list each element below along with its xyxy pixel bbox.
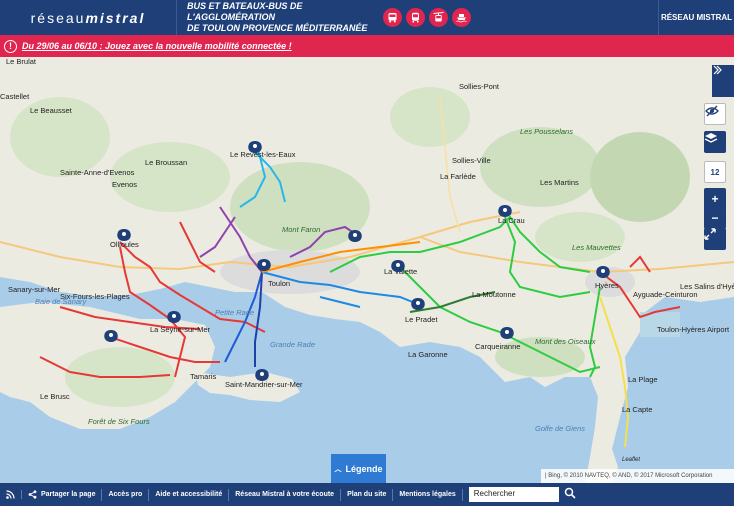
help-accessibility-link[interactable]: Aide et accessibilité	[149, 488, 230, 501]
zoom-out-button[interactable]: −	[704, 207, 726, 229]
place-label: Toulon-Hyères Airport	[657, 325, 730, 334]
legend-button[interactable]: ︿ Légende	[331, 454, 386, 483]
place-label: La Valette	[384, 267, 418, 276]
place-label: Forêt de Six Fours	[88, 417, 150, 426]
rss-link[interactable]	[0, 490, 22, 499]
footer: Partager la page Accès pro Aide et acces…	[0, 483, 734, 506]
place-label: La Crau	[498, 216, 525, 225]
zoom-level: 12	[704, 161, 726, 183]
place-label: Toulon	[268, 279, 291, 288]
search-icon	[564, 487, 576, 499]
place-label: Mont des Oiseaux	[535, 337, 596, 346]
layers-icon	[704, 133, 718, 143]
place-label: Carqueiranne	[475, 342, 521, 351]
place-label: Sanary-sur-Mer	[8, 285, 61, 294]
logo-light-text: réseau	[30, 9, 86, 26]
place-label: Evenos	[112, 180, 138, 189]
place-label: Le Brusc	[40, 392, 70, 401]
side-panel-toggle[interactable]	[712, 65, 734, 97]
place-label: Le Broussan	[145, 158, 188, 167]
transport-mode-icons	[383, 8, 471, 27]
place-label: Le Beausset	[30, 106, 72, 115]
place-label: Saint-Mandrier-sur-Mer	[225, 380, 303, 389]
share-link[interactable]: Partager la page	[22, 488, 103, 501]
search-button[interactable]	[564, 486, 576, 504]
fullscreen-icon	[704, 228, 716, 240]
layers-button[interactable]	[704, 131, 726, 153]
brand-link[interactable]: RÉSEAU MISTRAL	[658, 0, 734, 35]
bus-front-icon[interactable]	[406, 8, 425, 27]
place-label: Les Martins	[540, 178, 579, 187]
map-attribution: | Bing, © 2010 NAVTEQ, © AND, © 2017 Mic…	[541, 469, 734, 483]
place-label: Le Brulat	[6, 57, 37, 66]
visibility-toggle-button[interactable]	[704, 103, 726, 125]
pro-access-link[interactable]: Accès pro	[102, 488, 150, 501]
place-label: Sainte-Anne-d'Evenos	[60, 168, 135, 177]
place-label: Les Salins d'Hyères	[680, 282, 734, 291]
logo[interactable]: réseau mistral	[0, 0, 176, 35]
map-view[interactable]: Le Brulat Castellet Le Beausset Sollies-…	[0, 57, 734, 483]
place-label: La Garonne	[408, 350, 448, 359]
place-label: La Moutonne	[472, 290, 516, 299]
place-label: Golfe de Giens	[535, 424, 586, 433]
cable-car-icon[interactable]	[429, 8, 448, 27]
place-label: Sollies-Pont	[459, 82, 500, 91]
tagline-line2: DE TOULON PROVENCE MÉDITERRANÉE	[187, 23, 368, 33]
header: réseau mistral BUS ET BATEAUX-BUS DE L'AG…	[0, 0, 734, 35]
tagline: BUS ET BATEAUX-BUS DE L'AGGLOMÉRATION DE…	[177, 1, 377, 34]
place-label: Hyères	[595, 281, 619, 290]
fullscreen-button[interactable]	[704, 228, 726, 250]
legal-link[interactable]: Mentions légales	[393, 488, 463, 501]
listening-link[interactable]: Réseau Mistral à votre écoute	[229, 488, 342, 501]
place-label: La Capte	[622, 405, 653, 414]
place-label: Mont Faron	[282, 225, 321, 234]
place-label: Ollioules	[110, 240, 139, 249]
place-label: Sollies-Ville	[452, 156, 491, 165]
chevron-up-icon: ︿	[334, 465, 342, 473]
share-icon	[28, 490, 37, 499]
place-label: La Plage	[628, 375, 658, 384]
alert-bar: ! Du 29/06 au 06/10 : Jouez avec la nouv…	[0, 35, 734, 57]
place-label: Les Mauvettes	[572, 243, 621, 252]
chevron-right-icon	[713, 65, 722, 75]
place-label: Le Pradet	[405, 315, 438, 324]
place-label: La Farlède	[440, 172, 476, 181]
place-label: Grande Rade	[270, 340, 316, 349]
alert-link[interactable]: Du 29/06 au 06/10 : Jouez avec la nouvel…	[22, 41, 292, 51]
place-label: Castellet	[0, 92, 30, 101]
eye-slash-icon	[705, 105, 719, 117]
place-label: Tamaris	[190, 372, 217, 381]
app-root: réseau mistral BUS ET BATEAUX-BUS DE L'AG…	[0, 0, 734, 506]
place-label: Baie de Sanary	[35, 297, 87, 306]
place-label: Les Pousselans	[520, 127, 573, 136]
attribution-text: | Bing, © 2010 NAVTEQ, © AND, © 2017 Mic…	[545, 473, 713, 479]
search-input[interactable]: Rechercher	[468, 487, 559, 502]
sitemap-link[interactable]: Plan du site	[341, 488, 394, 501]
bus-icon[interactable]	[383, 8, 402, 27]
place-label: La Seyne-sur-Mer	[150, 325, 211, 334]
share-link-label: Partager la page	[41, 490, 96, 498]
alert-icon: !	[4, 39, 17, 53]
logo-bold-text: mistral	[85, 9, 146, 26]
boat-icon[interactable]	[452, 8, 471, 27]
place-label: Ayguade-Ceinturon	[633, 290, 698, 299]
leaflet-link[interactable]: Leaflet	[622, 457, 640, 463]
tagline-line1: BUS ET BATEAUX-BUS DE L'AGGLOMÉRATION	[187, 1, 303, 22]
rss-icon	[6, 490, 15, 499]
place-label: Petite Rade	[215, 308, 255, 317]
place-label: Le Revest-les-Eaux	[230, 150, 296, 159]
legend-button-label: Légende	[345, 463, 383, 474]
